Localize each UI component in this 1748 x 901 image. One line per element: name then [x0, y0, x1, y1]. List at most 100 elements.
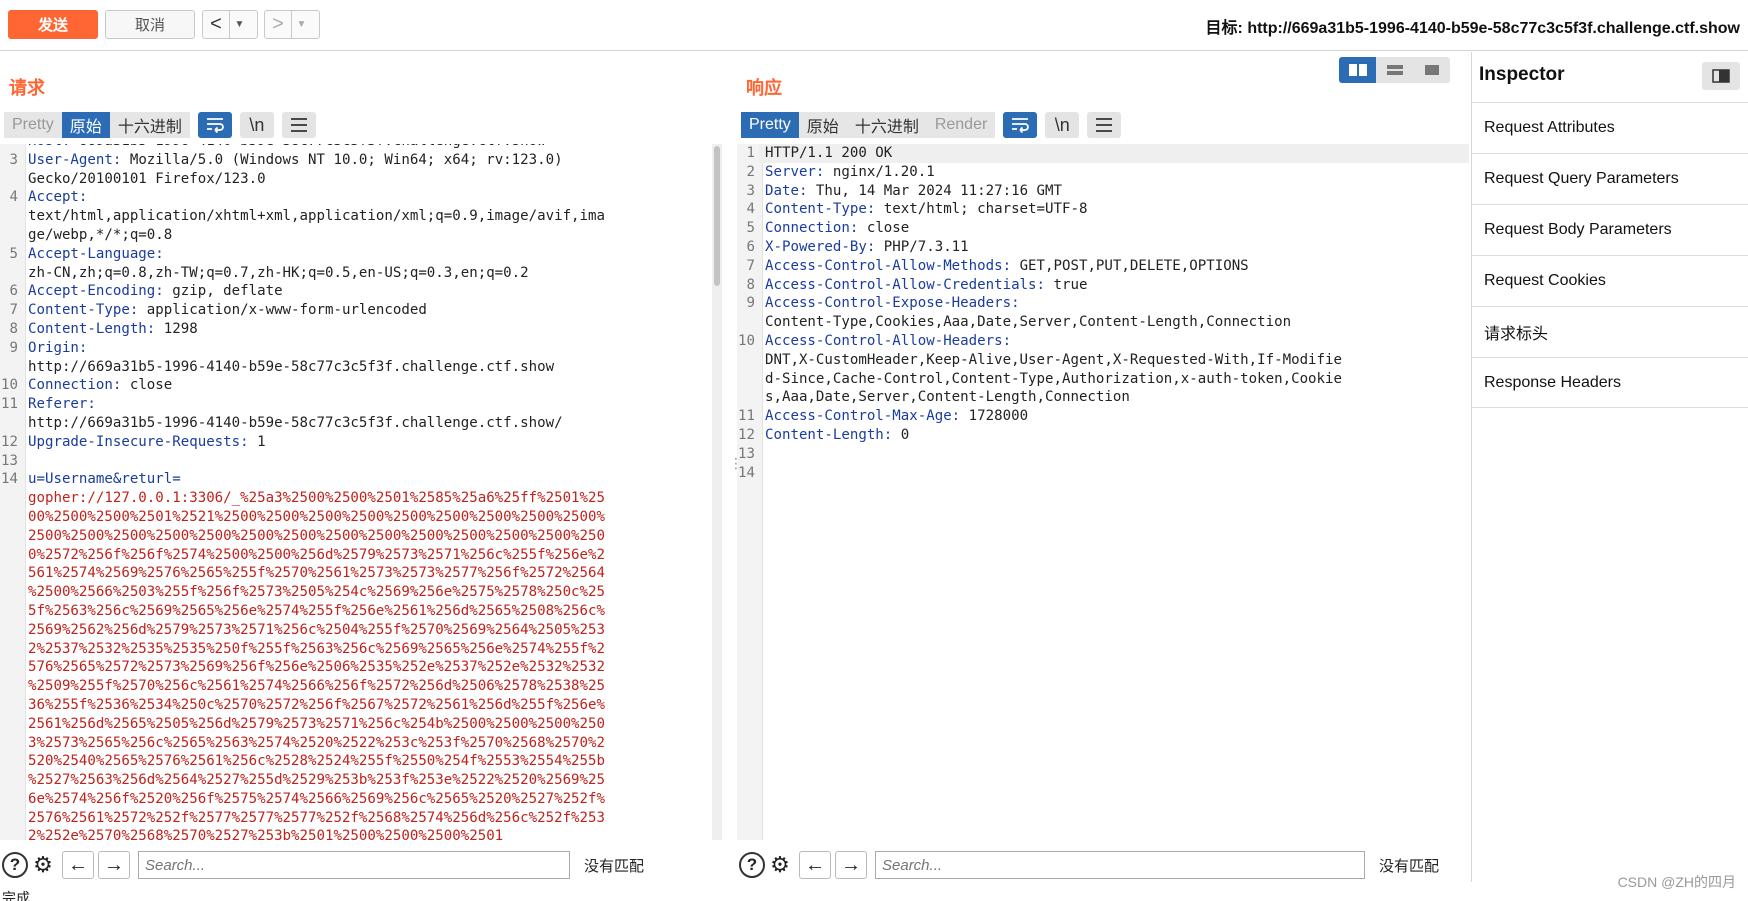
line-number: [0, 564, 22, 583]
inspector-request-cookies[interactable]: Request Cookies: [1472, 255, 1748, 306]
line-number: [0, 658, 22, 677]
back-dropdown-icon[interactable]: ▼: [229, 11, 249, 38]
line-number: 12: [738, 426, 755, 443]
cancel-button[interactable]: 取消: [105, 10, 195, 39]
tab-raw[interactable]: 原始: [61, 112, 110, 138]
wrap-lines-icon[interactable]: [197, 112, 232, 138]
code-line: 8 Content-Length: 1298: [0, 320, 726, 339]
layout-tabs-icon[interactable]: [1413, 57, 1450, 83]
code-line: text/html,application/xhtml+xml,applicat…: [0, 207, 726, 226]
code-line: 00%2500%2500%2501%2521%2500%2500%2500%25…: [0, 508, 726, 527]
inspector-collapse-icon[interactable]: [1702, 62, 1740, 90]
line-text: 520%2540%2565%2576%2561%256c%2528%2524%2…: [22, 752, 605, 771]
line-text: Gecko/20100101 Firefox/123.0: [22, 170, 266, 189]
inspector-request-body-parameters[interactable]: Request Body Parameters: [1472, 204, 1748, 255]
line-number: [0, 358, 22, 377]
inspector-request-attributes[interactable]: Request Attributes: [1472, 102, 1748, 153]
header-value: 1728000: [960, 408, 1029, 425]
line-number: 2: [746, 163, 756, 180]
forward-dropdown-icon[interactable]: ▼: [291, 11, 311, 38]
line-number: [0, 734, 22, 753]
gear-icon[interactable]: ⚙: [765, 850, 795, 880]
target-url: http://669a31b5-1996-4140-b59e-58c77c3c5…: [1247, 20, 1740, 37]
line-number: 4: [746, 201, 756, 218]
header-value: 0%2572%256f%256f%2574%2500%2500%256d%257…: [28, 546, 605, 563]
header-key: Host:: [28, 144, 70, 149]
layout-side-by-side-icon[interactable]: [1339, 57, 1376, 83]
header-value: PHP/7.3.11: [875, 238, 969, 255]
response-editor[interactable]: 1 HTTP/1.1 200 OK 2 Server: nginx/1.20.1 3 Da…: [737, 144, 1469, 840]
scroll-thumb[interactable]: [714, 146, 720, 286]
code-line: 36%255f%2536%2534%250c%2570%2572%256f%25…: [0, 696, 726, 715]
target-prefix: 目标:: [1205, 20, 1248, 37]
header-value: http://669a31b5-1996-4140-b59e-58c77c3c5…: [28, 358, 555, 375]
code-line: 11 Access-Control-Max-Age: 1728000: [737, 407, 1469, 426]
inspector-splitter-handle[interactable]: ⋮: [1466, 456, 1480, 480]
back-arrow-icon[interactable]: <: [203, 11, 229, 38]
header-key: Access-Control-Allow-Credentials:: [765, 276, 1046, 293]
line-number: [0, 827, 22, 840]
line-number: [737, 351, 759, 370]
request-lines: Host: 669a31b5-1996-4140-b59e-58c77c3c5f…: [0, 144, 726, 840]
code-line: DNT,X-CustomHeader,Keep-Alive,User-Agent…: [737, 351, 1469, 370]
newline-toggle-icon[interactable]: \n: [239, 112, 274, 138]
splitter-handle[interactable]: ⋮: [729, 456, 743, 480]
header-value: zh-CN,zh;q=0.8,zh-TW;q=0.7,zh-HK;q=0.5,e…: [28, 264, 529, 281]
next-match-icon[interactable]: →: [835, 851, 867, 879]
tab-pretty[interactable]: Pretty: [4, 112, 62, 138]
request-search-input[interactable]: [138, 851, 570, 879]
forward-arrow-icon[interactable]: >: [265, 11, 291, 38]
newline-toggle-icon[interactable]: \n: [1045, 112, 1080, 138]
line-number: 4: [9, 189, 19, 206]
help-icon[interactable]: ?: [2, 852, 28, 878]
header-value: ge/webp,*/*;q=0.8: [28, 226, 173, 243]
send-button[interactable]: 发送: [8, 10, 98, 39]
line-number: [0, 677, 22, 696]
next-match-icon[interactable]: →: [98, 851, 130, 879]
wrap-lines-icon[interactable]: [1003, 112, 1038, 138]
code-line: gopher://127.0.0.1:3306/_%25a3%2500%2500…: [0, 489, 726, 508]
request-editor[interactable]: Host: 669a31b5-1996-4140-b59e-58c77c3c5f…: [0, 144, 726, 840]
prev-match-icon[interactable]: ←: [62, 851, 94, 879]
inspector-request-query-parameters[interactable]: Request Query Parameters: [1472, 153, 1748, 204]
menu-icon[interactable]: [281, 112, 316, 138]
menu-icon[interactable]: [1087, 112, 1122, 138]
prev-match-icon[interactable]: ←: [799, 851, 831, 879]
tab-render[interactable]: Render: [926, 112, 996, 138]
line-number: [0, 144, 22, 151]
line-text: 561%2574%2569%2576%2565%255f%2570%2561%2…: [22, 564, 605, 583]
line-number: 6: [9, 283, 19, 300]
header-value: Thu, 14 Mar 2024 11:27:16 GMT: [807, 182, 1062, 199]
tab-hex[interactable]: 十六进制: [846, 112, 927, 138]
code-line: 1 HTTP/1.1 200 OK: [737, 144, 1469, 163]
tab-raw[interactable]: 原始: [798, 112, 847, 138]
layout-stacked-icon[interactable]: [1376, 57, 1413, 83]
header-value: 1298: [155, 320, 198, 337]
response-search-bar: ? ⚙ ← → 没有匹配: [737, 848, 1469, 882]
header-key: Accept-Language:: [28, 245, 164, 262]
line-text: Content-Type: text/html; charset=UTF-8: [759, 200, 1087, 219]
inspector-response-headers[interactable]: Response Headers: [1472, 357, 1748, 408]
line-number: [0, 621, 22, 640]
target-label[interactable]: 目标: http://669a31b5-1996-4140-b59e-58c77…: [1206, 14, 1740, 38]
burp-repeater-window: 发送 取消 < ▼ > ▼ 目标: http://669a31b5-1996-4…: [0, 0, 1748, 901]
code-line: %2509%255f%2570%256c%2561%2574%2566%256f…: [0, 677, 726, 696]
line-text: %2527%2563%256d%2564%2527%255d%2529%253b…: [22, 771, 605, 790]
response-search-input[interactable]: [875, 851, 1365, 879]
code-line: 520%2540%2565%2576%2561%256c%2528%2524%2…: [0, 752, 726, 771]
code-line: 8 Access-Control-Allow-Credentials: true: [737, 276, 1469, 295]
code-line: 11 Referer:: [0, 395, 726, 414]
tab-pretty[interactable]: Pretty: [741, 112, 799, 138]
line-text: %2500%2566%2503%255f%256f%2573%2505%254c…: [22, 583, 605, 602]
request-scrollbar[interactable]: [712, 144, 722, 840]
line-number: 11: [738, 408, 755, 425]
header-value: DNT,X-CustomHeader,Keep-Alive,User-Agent…: [765, 351, 1342, 368]
header-value: text/html; charset=UTF-8: [875, 201, 1088, 218]
inspector-request-headers[interactable]: 请求标头: [1472, 306, 1748, 357]
gear-icon[interactable]: ⚙: [28, 850, 58, 880]
tab-hex[interactable]: 十六进制: [109, 112, 190, 138]
line-number: 7: [746, 257, 756, 274]
line-number: 3: [9, 151, 19, 168]
help-icon[interactable]: ?: [739, 852, 765, 878]
code-line: Content-Type,Cookies,Aaa,Date,Server,Con…: [737, 313, 1469, 332]
